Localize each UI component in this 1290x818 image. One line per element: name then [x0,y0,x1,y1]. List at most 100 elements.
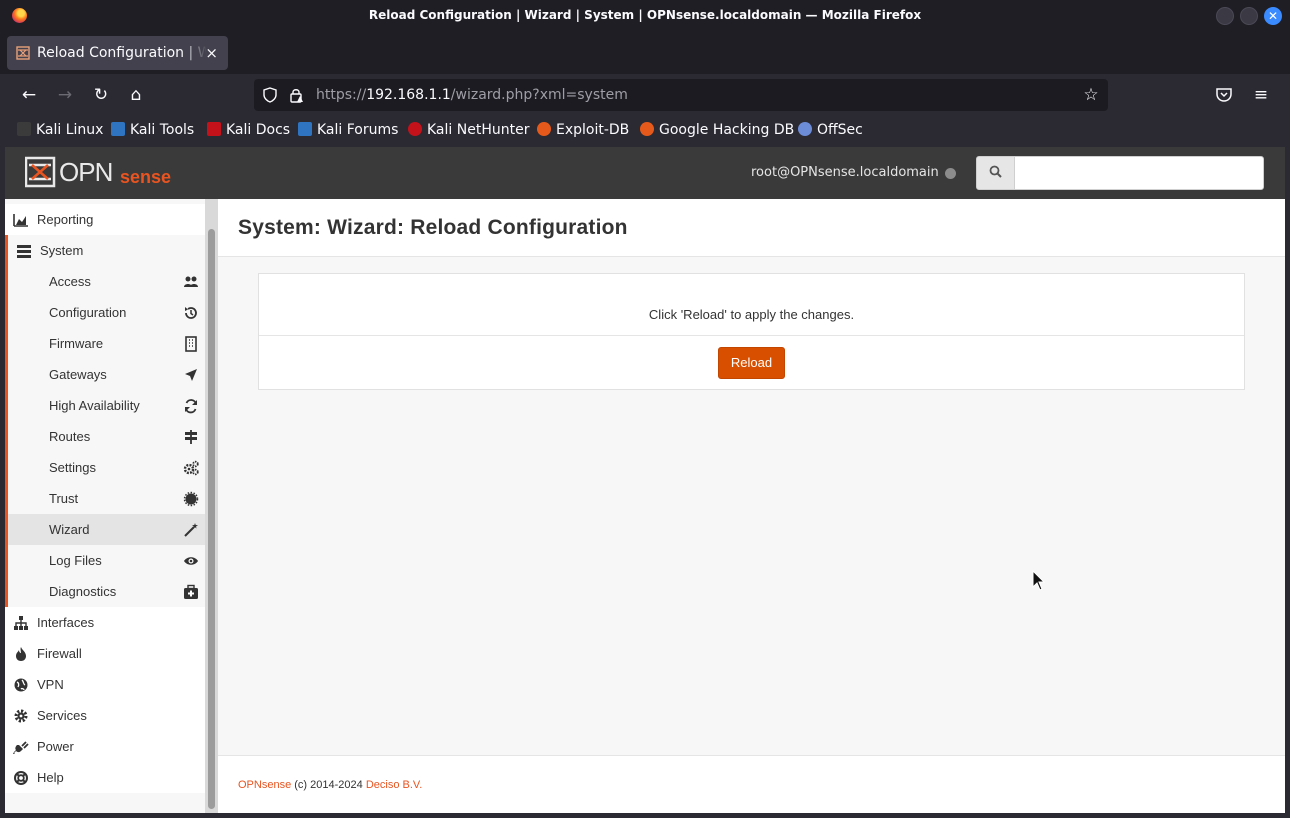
refresh-icon [185,399,197,414]
exploit-db-icon [537,122,551,136]
menu-item-services[interactable]: Services [5,700,205,731]
lock-warning-icon[interactable] [288,87,304,103]
sidebar-item-routes[interactable]: Routes [5,421,205,452]
building-icon [185,336,197,352]
tab-reload-configuration[interactable]: Reload Configuration | Wizard | System × [7,36,228,70]
bookmark-exploit-db[interactable]: Exploit-DB [537,122,629,140]
footer-opnsense-link[interactable]: OPNsense [238,779,291,791]
maximize-button[interactable] [1240,7,1258,25]
menu-item-reporting[interactable]: Reporting [5,204,205,235]
kali-forums-icon [298,122,312,136]
title-bar: Reload Configuration | Wizard | System |… [0,0,1290,32]
minimize-button[interactable] [1216,7,1234,25]
sidebar-item-configuration[interactable]: Configuration [5,297,205,328]
sidebar-item-wizard[interactable]: Wizard [5,514,205,545]
sidebar-item-firmware[interactable]: Firmware [5,328,205,359]
page-title: System: Wizard: Reload Configuration [238,216,628,239]
tab-bar: Reload Configuration | Wizard | System ×… [0,32,1290,96]
sidebar-item-diagnostics[interactable]: Diagnostics [5,576,205,607]
panel-divider [259,335,1244,336]
opnsense-page: OPN sense root@OPNsense.localdomain Repo… [5,147,1285,813]
bookmark-kali-docs[interactable]: Kali Docs [207,122,290,140]
offsec-icon [798,122,812,136]
home-button[interactable]: ⌂ [126,85,146,105]
opnsense-logo[interactable]: OPN sense [25,156,180,188]
status-indicator[interactable] [945,168,956,179]
sitemap-icon [14,616,28,630]
wizard-panel: Click 'Reload' to apply the changes. Rel… [258,273,1245,390]
footer-text: OPNsense (c) 2014-2024 Deciso B.V. [238,779,422,791]
page-footer: OPNsense (c) 2014-2024 Deciso B.V. [218,755,1285,813]
menu-item-vpn[interactable]: VPN [5,669,205,700]
tab-label: Reload Configuration | Wizard | System [37,45,207,61]
sidebar-item-gateways[interactable]: Gateways [5,359,205,390]
pocket-icon[interactable] [1215,86,1233,104]
firefox-window: Reload Configuration | Wizard | System |… [0,0,1290,818]
cog-icon [14,709,28,723]
mouse-cursor-icon [1032,570,1046,591]
kali-nethunter-icon [408,122,422,136]
server-icon [17,245,31,258]
reload-message: Click 'Reload' to apply the changes. [648,307,855,322]
menu-item-power[interactable]: Power [5,731,205,762]
area-chart-icon [13,214,28,227]
sidebar-item-access[interactable]: Access [5,266,205,297]
bookmark-kali-nethunter[interactable]: Kali NetHunter [408,122,529,140]
kali-dragon-icon [17,122,31,136]
url-bar[interactable]: https://192.168.1.1/wizard.php?xml=syste… [254,79,1108,111]
sidebar-menu: Reporting System Access Configuration Fi… [5,199,205,813]
url-host: 192.168.1.1 [366,87,451,103]
bookmark-kali-linux[interactable]: Kali Linux [17,122,103,140]
footer-deciso-link[interactable]: Deciso B.V. [366,779,422,791]
menu-item-system[interactable]: System [5,235,205,266]
bookmark-google-hacking-db[interactable]: Google Hacking DB [640,122,794,140]
sidebar-item-log-files[interactable]: Log Files [5,545,205,576]
fire-icon [16,647,26,661]
ghdb-icon [640,122,654,136]
kali-tools-icon [111,122,125,136]
sidebar-scrollbar-thumb[interactable] [208,229,215,809]
page-title-bar: System: Wizard: Reload Configuration [218,199,1285,257]
sidebar-item-settings[interactable]: Settings [5,452,205,483]
url-text[interactable]: https://192.168.1.1/wizard.php?xml=syste… [316,87,628,103]
history-icon [185,307,197,319]
user-label[interactable]: root@OPNsense.localdomain [751,165,939,180]
location-arrow-icon [185,369,197,381]
opnsense-header: OPN sense root@OPNsense.localdomain [5,147,1285,199]
forward-button[interactable]: → [55,85,75,105]
menu-item-help[interactable]: Help [5,762,205,793]
reload-button[interactable]: Reload [718,347,785,379]
opnsense-favicon-icon [16,46,30,60]
window-title: Reload Configuration | Wizard | System |… [368,8,922,22]
back-button[interactable]: ← [19,85,39,105]
svg-text:OPN: OPN [59,157,112,187]
navigation-toolbar: ← → ↻ ⌂ https://192.168.1.1/wizard.php?x… [0,74,1290,116]
bookmarks-toolbar: Kali Linux Kali Tools Kali Docs Kali For… [0,116,1290,146]
search-input[interactable] [1014,156,1264,190]
app-menu-button[interactable]: ≡ [1251,85,1271,105]
eye-icon [184,557,198,565]
bookmark-kali-forums[interactable]: Kali Forums [298,122,398,140]
url-path: /wizard.php?xml=system [450,87,628,103]
close-window-button[interactable]: ✕ [1264,7,1282,25]
url-prefix: https:// [316,87,367,103]
close-tab-icon[interactable]: × [205,44,218,62]
users-icon [184,276,198,287]
main-content: System: Wizard: Reload Configuration Cli… [218,199,1285,813]
menu-item-interfaces[interactable]: Interfaces [5,607,205,638]
kali-docs-icon [207,122,221,136]
sidebar-item-high-availability[interactable]: High Availability [5,390,205,421]
bookmark-offsec[interactable]: OffSec [798,122,863,140]
menu-item-firewall[interactable]: Firewall [5,638,205,669]
bookmark-star-icon[interactable]: ☆ [1083,87,1099,104]
shield-icon[interactable] [262,87,278,103]
plug-icon [13,741,29,754]
reload-button[interactable]: ↻ [91,85,111,105]
magic-wand-icon [184,523,198,537]
life-ring-icon [14,771,28,785]
search-icon[interactable] [976,156,1015,190]
medkit-icon [184,584,198,599]
sidebar-item-trust[interactable]: Trust [5,483,205,514]
bookmark-kali-tools[interactable]: Kali Tools [111,122,194,140]
globe-icon [14,678,28,692]
